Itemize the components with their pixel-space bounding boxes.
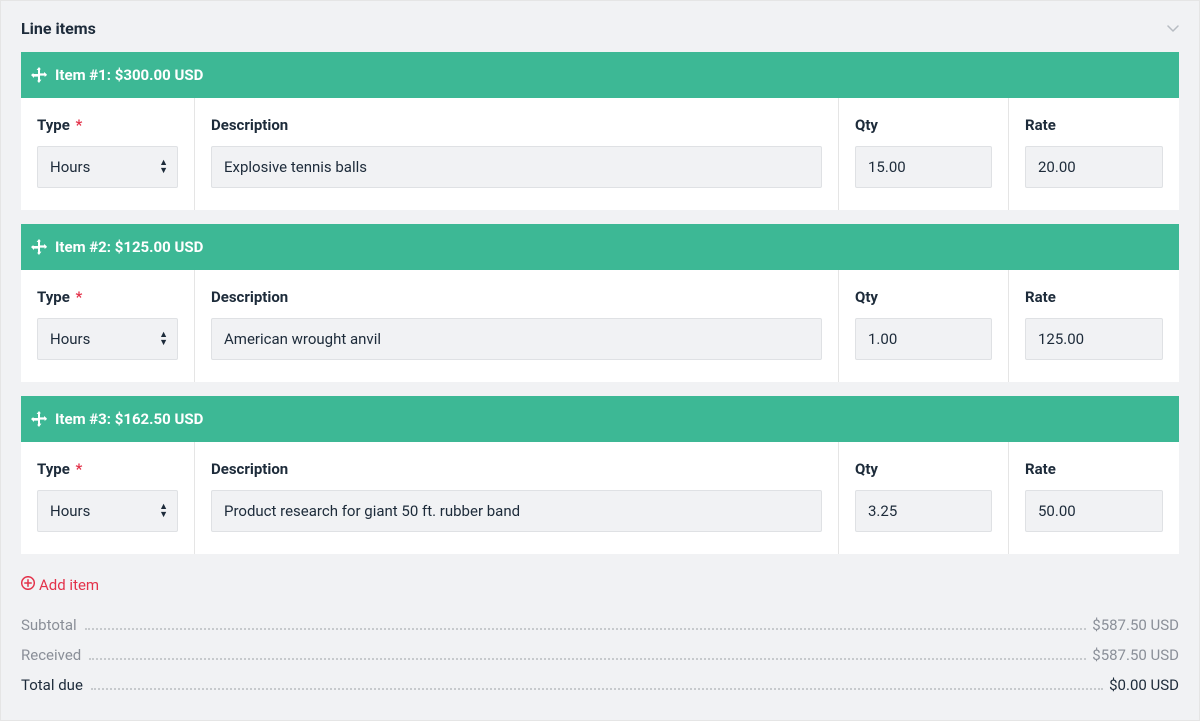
item-body: Type *Hours▲▼DescriptionQtyRate <box>21 270 1179 382</box>
qty-label: Qty <box>855 116 992 134</box>
totals-section: Subtotal $587.50 USD Received $587.50 US… <box>1 604 1199 720</box>
received-row: Received $587.50 USD <box>21 640 1179 670</box>
required-mark: * <box>76 460 83 478</box>
type-cell: Type *Hours▲▼ <box>21 270 195 382</box>
rate-input[interactable] <box>1025 490 1163 532</box>
required-mark: * <box>76 288 83 306</box>
description-input[interactable] <box>211 490 822 532</box>
item-header[interactable]: Item #3: $162.50 USD <box>21 396 1179 442</box>
total-due-label: Total due <box>21 676 83 694</box>
qty-label: Qty <box>855 460 992 478</box>
qty-cell: Qty <box>839 98 1009 210</box>
qty-label: Qty <box>855 288 992 306</box>
item-header[interactable]: Item #1: $300.00 USD <box>21 52 1179 98</box>
type-select[interactable]: Hours <box>37 318 178 360</box>
item-header[interactable]: Item #2: $125.00 USD <box>21 224 1179 270</box>
description-input[interactable] <box>211 318 822 360</box>
qty-input[interactable] <box>855 318 992 360</box>
qty-input[interactable] <box>855 490 992 532</box>
type-label: Type * <box>37 460 178 478</box>
description-cell: Description <box>195 442 839 554</box>
dotted-leader <box>91 688 1103 690</box>
dotted-leader <box>85 628 1087 630</box>
description-cell: Description <box>195 270 839 382</box>
qty-cell: Qty <box>839 270 1009 382</box>
type-label: Type * <box>37 116 178 134</box>
add-item-button[interactable]: Add item <box>1 568 1199 604</box>
add-item-label: Add item <box>39 576 99 594</box>
subtotal-value: $587.50 USD <box>1092 616 1179 634</box>
rate-cell: Rate <box>1009 270 1179 382</box>
plus-circle-icon <box>21 576 35 594</box>
description-label: Description <box>211 288 822 306</box>
rate-input[interactable] <box>1025 146 1163 188</box>
type-cell: Type *Hours▲▼ <box>21 442 195 554</box>
move-icon[interactable] <box>31 411 47 427</box>
qty-cell: Qty <box>839 442 1009 554</box>
item-header-title: Item #3: $162.50 USD <box>55 410 203 428</box>
item-header-title: Item #1: $300.00 USD <box>55 66 203 84</box>
rate-cell: Rate <box>1009 98 1179 210</box>
received-value: $587.50 USD <box>1092 646 1179 664</box>
move-icon[interactable] <box>31 67 47 83</box>
qty-input[interactable] <box>855 146 992 188</box>
total-due-value: $0.00 USD <box>1109 676 1179 694</box>
move-icon[interactable] <box>31 239 47 255</box>
type-select[interactable]: Hours <box>37 490 178 532</box>
dotted-leader <box>89 658 1086 660</box>
panel-header: Line items <box>1 1 1199 52</box>
description-label: Description <box>211 116 822 134</box>
type-select[interactable]: Hours <box>37 146 178 188</box>
description-label: Description <box>211 460 822 478</box>
rate-cell: Rate <box>1009 442 1179 554</box>
description-cell: Description <box>195 98 839 210</box>
rate-input[interactable] <box>1025 318 1163 360</box>
collapse-panel-icon[interactable] <box>1167 22 1179 36</box>
line-items-panel: Line items Item #1: $300.00 USD Type * Hou… <box>0 0 1200 721</box>
item-header-title: Item #2: $125.00 USD <box>55 238 203 256</box>
required-mark: * <box>76 116 83 134</box>
item-body: Type *Hours▲▼DescriptionQtyRate <box>21 442 1179 554</box>
rate-label: Rate <box>1025 116 1163 134</box>
item-body: Type *Hours▲▼DescriptionQtyRate <box>21 98 1179 210</box>
rate-label: Rate <box>1025 460 1163 478</box>
subtotal-row: Subtotal $587.50 USD <box>21 610 1179 640</box>
type-cell: Type *Hours▲▼ <box>21 98 195 210</box>
description-input[interactable] <box>211 146 822 188</box>
subtotal-label: Subtotal <box>21 616 77 634</box>
received-label: Received <box>21 646 81 664</box>
panel-title: Line items <box>21 19 96 38</box>
rate-label: Rate <box>1025 288 1163 306</box>
type-label: Type * <box>37 288 178 306</box>
total-due-row: Total due $0.00 USD <box>21 670 1179 700</box>
